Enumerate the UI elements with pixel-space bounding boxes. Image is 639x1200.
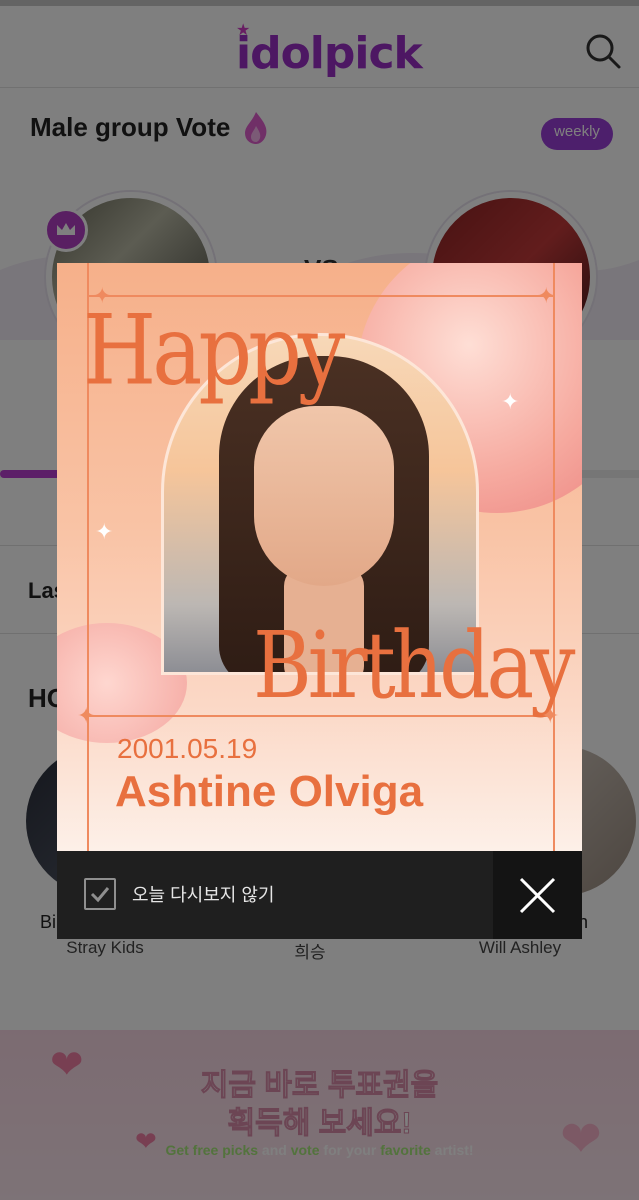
checkmark-icon (90, 887, 110, 903)
sparkle-icon: ✦ (501, 389, 520, 414)
sparkle-icon: ✦ (541, 703, 560, 728)
birthday-popup[interactable]: Happy Birthday ✦ ✦ ✦ ✦ ✦ ✦ 2001.05.19 As… (57, 263, 582, 851)
popup-footer: 오늘 다시보지 않기 (57, 851, 582, 939)
celebrant-name: Ashtine Olviga (115, 767, 424, 816)
sparkle-icon: ✦ (77, 703, 96, 728)
close-icon (519, 877, 556, 914)
close-button[interactable] (493, 851, 582, 939)
birthday-text: Birthday (253, 612, 575, 719)
frame-line (553, 263, 555, 851)
dont-show-checkbox[interactable] (84, 878, 116, 910)
birth-date: 2001.05.19 (117, 733, 258, 764)
photo-face (254, 406, 394, 586)
sparkle-icon: ✦ (93, 283, 112, 308)
dont-show-label[interactable]: 오늘 다시보지 않기 (132, 881, 274, 907)
sparkle-icon: ✦ (95, 519, 114, 544)
sparkle-icon: ✦ (537, 283, 556, 308)
happy-text: Happy (83, 293, 345, 407)
